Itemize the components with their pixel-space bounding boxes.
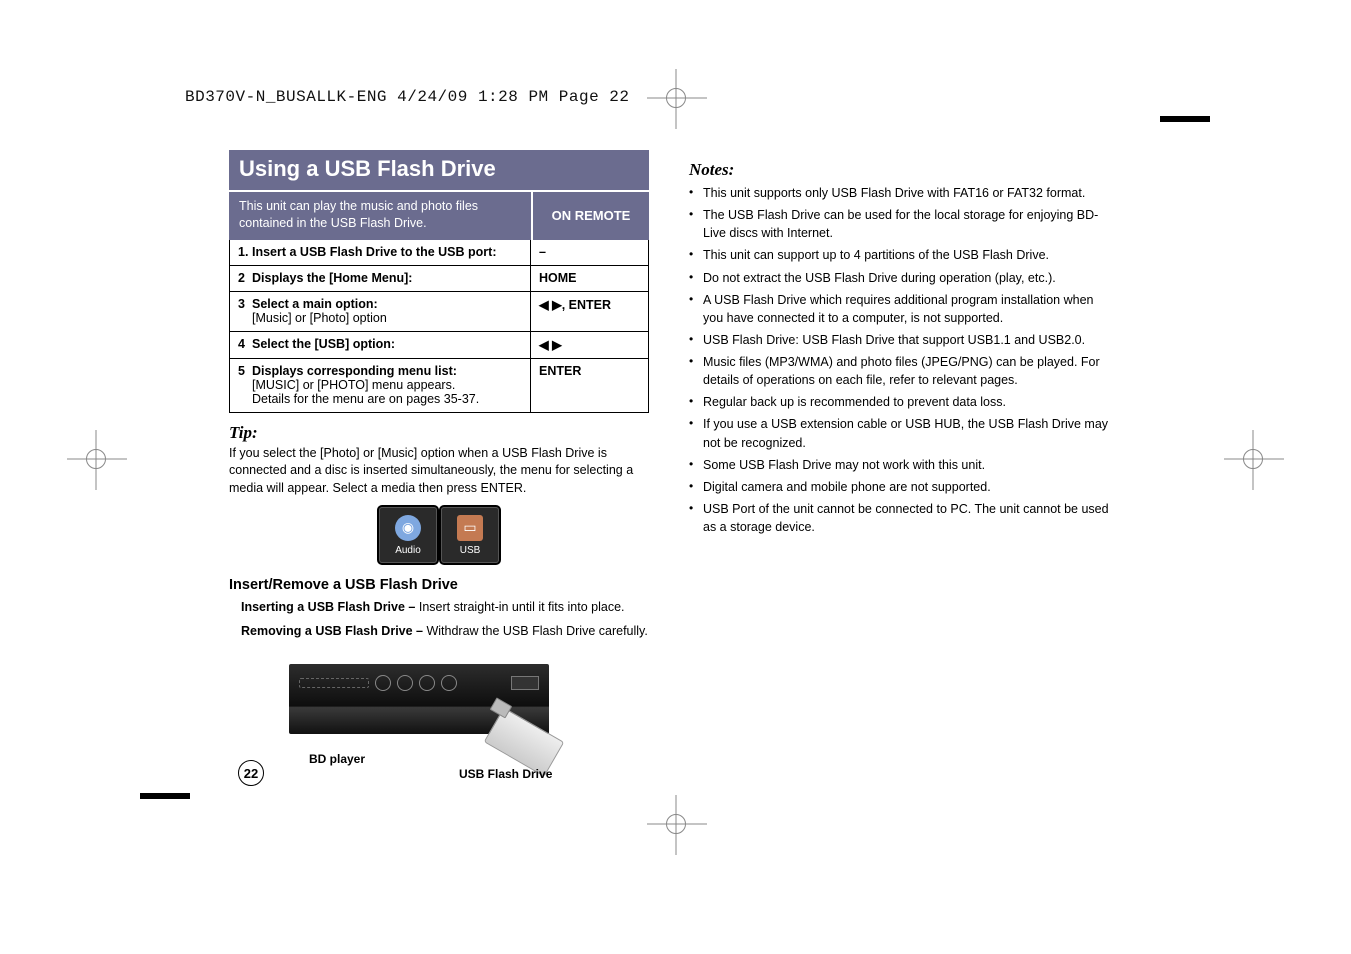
eject-button-icon <box>375 675 391 691</box>
step-control: HOME <box>531 265 649 291</box>
trim-mark-icon <box>1160 116 1210 122</box>
step-row: 4Select the [USB] option:◀ ▶ <box>230 331 649 358</box>
manual-page: BD370V-N_BUSALLK-ENG 4/24/09 1:28 PM Pag… <box>0 0 1351 954</box>
note-item: USB Port of the unit cannot be connected… <box>689 500 1109 536</box>
step-control: – <box>531 240 649 266</box>
section-subtitle: This unit can play the music and photo f… <box>229 192 531 240</box>
note-item: Music files (MP3/WMA) and photo files (J… <box>689 353 1109 389</box>
steps-table: 1.Insert a USB Flash Drive to the USB po… <box>229 240 649 413</box>
step-row: 1.Insert a USB Flash Drive to the USB po… <box>230 240 649 266</box>
note-item: If you use a USB extension cable or USB … <box>689 415 1109 451</box>
next-button-icon <box>441 675 457 691</box>
registration-mark-icon <box>666 814 686 834</box>
usb-tile-label: USB <box>460 545 481 556</box>
notes-heading: Notes: <box>689 160 1109 180</box>
insert-paragraph: Inserting a USB Flash Drive – Insert str… <box>241 599 649 617</box>
note-item: Regular back up is recommended to preven… <box>689 393 1109 411</box>
disc-slot-icon <box>299 678 369 688</box>
on-remote-header: ON REMOTE <box>531 192 649 240</box>
notes-list: This unit supports only USB Flash Drive … <box>689 184 1109 536</box>
section-title: Using a USB Flash Drive <box>229 150 649 192</box>
media-menu-illustration: ◉ Audio ▭ USB <box>229 507 649 563</box>
trim-mark-icon <box>140 793 190 799</box>
bd-player-label: BD player <box>309 752 365 766</box>
prev-button-icon <box>419 675 435 691</box>
step-description: 2Displays the [Home Menu]: <box>230 265 531 291</box>
step-row: 3Select a main option:[Music] or [Photo]… <box>230 291 649 331</box>
note-item: USB Flash Drive: USB Flash Drive that su… <box>689 331 1109 349</box>
stop-button-icon <box>397 675 413 691</box>
usb-drive-label: USB Flash Drive <box>459 767 552 781</box>
disc-icon: ◉ <box>395 515 421 541</box>
page-number: 22 <box>238 760 264 786</box>
note-item: This unit supports only USB Flash Drive … <box>689 184 1109 202</box>
note-item: This unit can support up to 4 partitions… <box>689 246 1109 264</box>
step-control: ENTER <box>531 358 649 412</box>
usb-port-icon <box>511 676 539 690</box>
usb-tile: ▭ USB <box>441 507 499 563</box>
step-control: ◀ ▶ <box>531 331 649 358</box>
note-item: A USB Flash Drive which requires additio… <box>689 291 1109 327</box>
step-description: 5Displays corresponding menu list:[MUSIC… <box>230 358 531 412</box>
tip-heading: Tip: <box>229 423 649 443</box>
step-control: ◀ ▶, ENTER <box>531 291 649 331</box>
audio-tile-label: Audio <box>395 545 421 556</box>
step-row: 2Displays the [Home Menu]:HOME <box>230 265 649 291</box>
right-column: Notes: This unit supports only USB Flash… <box>689 150 1109 784</box>
remove-paragraph: Removing a USB Flash Drive – Withdraw th… <box>241 623 649 641</box>
player-illustration: BD player USB Flash Drive <box>289 654 589 784</box>
left-column: Using a USB Flash Drive This unit can pl… <box>229 150 649 784</box>
tip-body: If you select the [Photo] or [Music] opt… <box>229 445 649 498</box>
note-item: Do not extract the USB Flash Drive durin… <box>689 269 1109 287</box>
step-description: 4Select the [USB] option: <box>230 331 531 358</box>
usb-icon: ▭ <box>457 515 483 541</box>
remove-bold: Removing a USB Flash Drive – <box>241 624 426 638</box>
step-row: 5Displays corresponding menu list:[MUSIC… <box>230 358 649 412</box>
registration-mark-icon <box>86 449 106 469</box>
registration-mark-icon <box>1243 449 1263 469</box>
remove-text: Withdraw the USB Flash Drive carefully. <box>426 624 647 638</box>
step-description: 3Select a main option:[Music] or [Photo]… <box>230 291 531 331</box>
insert-remove-heading: Insert/Remove a USB Flash Drive <box>229 577 649 593</box>
step-description: 1.Insert a USB Flash Drive to the USB po… <box>230 240 531 266</box>
registration-mark-icon <box>666 88 686 108</box>
audio-tile: ◉ Audio <box>379 507 437 563</box>
note-item: Digital camera and mobile phone are not … <box>689 478 1109 496</box>
note-item: Some USB Flash Drive may not work with t… <box>689 456 1109 474</box>
note-item: The USB Flash Drive can be used for the … <box>689 206 1109 242</box>
insert-bold: Inserting a USB Flash Drive – <box>241 600 419 614</box>
section-title-block: Using a USB Flash Drive This unit can pl… <box>229 150 649 240</box>
insert-text: Insert straight-in until it fits into pl… <box>419 600 625 614</box>
content-columns: Using a USB Flash Drive This unit can pl… <box>229 150 1109 784</box>
print-header: BD370V-N_BUSALLK-ENG 4/24/09 1:28 PM Pag… <box>185 88 629 106</box>
